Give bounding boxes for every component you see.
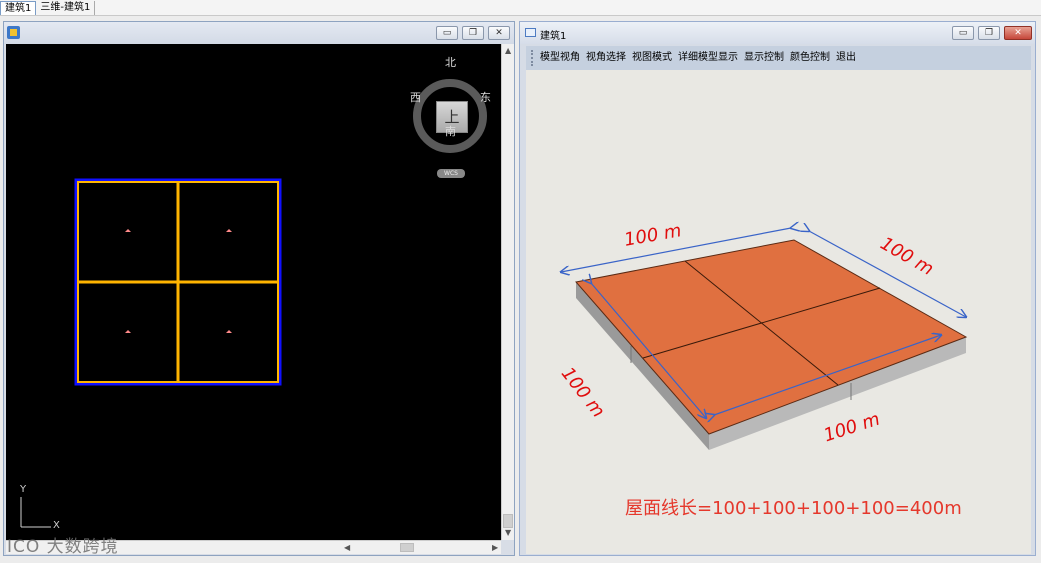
roof-marker <box>125 229 131 232</box>
compass-south[interactable]: 南 <box>445 123 456 139</box>
roof-marker <box>125 330 131 333</box>
minimize-button[interactable]: ▭ <box>436 26 458 40</box>
scroll-right-icon[interactable]: ▶ <box>492 543 498 552</box>
scroll-thumb[interactable] <box>400 543 414 552</box>
menu-detail-display[interactable]: 详细模型显示 <box>675 46 741 70</box>
tab-3d-building1[interactable]: 三维-建筑1 <box>36 1 96 15</box>
scroll-thumb[interactable] <box>503 514 513 528</box>
compass-west[interactable]: 西 <box>410 89 421 105</box>
roof-line-length-formula: 屋面线长=100+100+100+100=400m <box>625 498 962 519</box>
view-titlebar: 建筑1 ▭ ❐ ✕ <box>520 22 1035 44</box>
view-menubar: 模型视角 视角选择 视图模式 详细模型显示 显示控制 颜色控制 退出 <box>526 46 1031 70</box>
roof-3d-model <box>526 70 1031 450</box>
cad-titlebar: ▭ ❐ ✕ <box>4 22 514 44</box>
ucs-x-label: X <box>53 520 60 531</box>
watermark-logo: ICO 大数跨境 <box>7 537 119 557</box>
scroll-left-icon[interactable]: ◀ <box>344 543 350 552</box>
close-button[interactable]: ✕ <box>488 26 510 40</box>
menu-view-select[interactable]: 视角选择 <box>583 46 629 70</box>
minimize-button[interactable]: ▭ <box>952 26 974 40</box>
menu-display-control[interactable]: 显示控制 <box>741 46 787 70</box>
restore-button[interactable]: ❐ <box>978 26 1000 40</box>
ucs-y-label: Y <box>20 484 27 495</box>
roof-marker <box>226 229 232 232</box>
document-tab-strip: 建筑1 三维-建筑1 <box>0 0 1041 16</box>
view-window-buttons: ▭ ❐ ✕ <box>952 26 1032 40</box>
close-button[interactable]: ✕ <box>1004 26 1032 40</box>
scroll-down-icon[interactable]: ▼ <box>505 528 511 537</box>
app-icon <box>7 26 20 39</box>
3d-view-window: 建筑1 ▭ ❐ ✕ 模型视角 视角选择 视图模式 详细模型显示 显示控制 颜色控… <box>519 21 1036 556</box>
menu-model-view[interactable]: 模型视角 <box>537 46 583 70</box>
wcs-menu[interactable]: WCS <box>437 169 465 178</box>
cad-drawing-canvas[interactable]: 上 北 南 东 西 WCS Y X <box>6 44 501 540</box>
roof-marker <box>226 330 232 333</box>
compass-east[interactable]: 东 <box>480 89 491 105</box>
menu-color-control[interactable]: 颜色控制 <box>787 46 833 70</box>
window-title: 建筑1 <box>540 31 567 42</box>
menu-view-mode[interactable]: 视图模式 <box>629 46 675 70</box>
cad-plan-window: ▭ ❐ ✕ 上 北 南 东 西 WCS Y X ▲ ▼ ◀ ▶ <box>3 21 515 556</box>
vertical-scrollbar[interactable]: ▲ ▼ <box>501 44 514 540</box>
window-icon <box>525 28 536 37</box>
restore-button[interactable]: ❐ <box>462 26 484 40</box>
scroll-up-icon[interactable]: ▲ <box>505 46 511 55</box>
cad-window-buttons: ▭ ❐ ✕ <box>436 26 510 40</box>
tab-building1[interactable]: 建筑1 <box>0 1 37 15</box>
app-root: 建筑1 三维-建筑1 ▭ ❐ ✕ 上 北 南 东 西 WCS Y X ▲ ▼ ◀… <box>0 0 1041 563</box>
compass-north[interactable]: 北 <box>445 54 456 70</box>
menu-exit[interactable]: 退出 <box>833 46 859 70</box>
3d-viewport[interactable]: 100 m 100 m 100 m 100 m 屋面线长=100+100+100… <box>526 70 1031 554</box>
menu-items: 模型视角 视角选择 视图模式 详细模型显示 显示控制 颜色控制 退出 <box>537 46 859 70</box>
toolbar-grip-icon[interactable] <box>531 50 533 66</box>
